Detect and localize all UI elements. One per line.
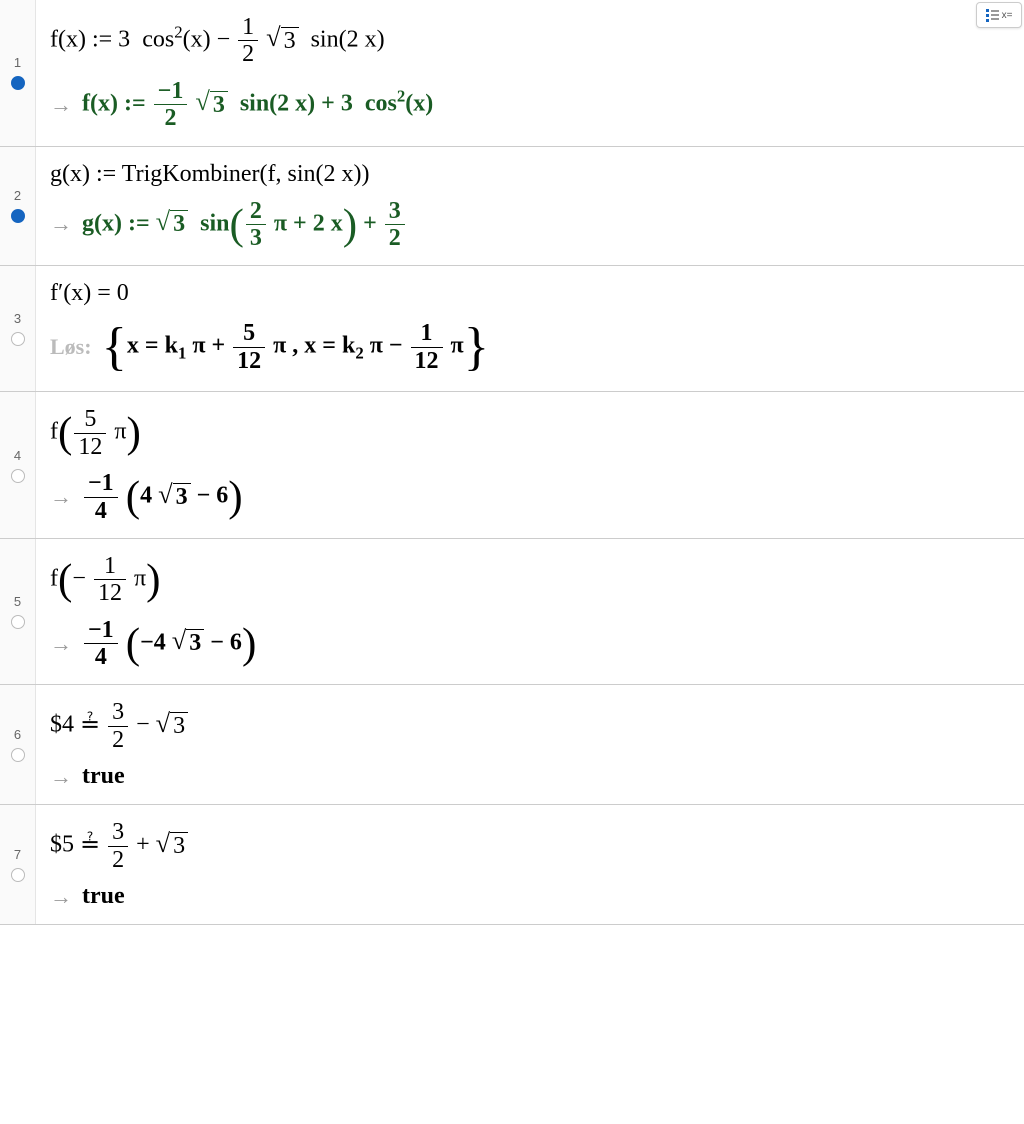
visibility-marker[interactable]	[11, 209, 25, 223]
row-number: 7	[14, 847, 21, 862]
output-value: true	[82, 763, 125, 790]
visibility-marker[interactable]	[11, 615, 25, 629]
output-value: −14 (−4 3 − 6)	[82, 617, 256, 671]
row-gutter: 1	[0, 0, 36, 146]
output-expression: → true	[46, 763, 1014, 790]
row-gutter: 3	[0, 266, 36, 391]
row-content[interactable]: f(− 112 π) → −14 (−4 3 − 6)	[36, 539, 1024, 685]
visibility-marker[interactable]	[11, 748, 25, 762]
output-value: {x = k1 π + 512 π , x = k2 π − 112 π}	[102, 317, 489, 377]
row-gutter: 2	[0, 147, 36, 266]
cas-row[interactable]: 4 f(512 π) → −14 (4 3 − 6)	[0, 392, 1024, 539]
input-expression[interactable]: f(x) := 3 cos2(x) − 12 3 sin(2 x)	[46, 14, 1014, 68]
output-value: true	[82, 883, 125, 910]
output-arrow-icon: →	[50, 631, 72, 657]
output-value: g(x) := 3 sin(23 π + 2 x) + 32	[82, 198, 407, 252]
cas-row[interactable]: 2g(x) := TrigKombiner(f, sin(2 x))→g(x) …	[0, 147, 1024, 267]
visibility-marker[interactable]	[11, 469, 25, 483]
output-arrow-icon: →	[50, 211, 72, 237]
output-expression: → f(x) := −12 3 sin(2 x) + 3 cos2(x)	[46, 78, 1014, 132]
output-arrow-icon: →	[50, 92, 72, 118]
row-content[interactable]: g(x) := TrigKombiner(f, sin(2 x)) → g(x) :…	[36, 147, 1024, 266]
row-number: 3	[14, 311, 21, 326]
row-gutter: 4	[0, 392, 36, 538]
output-expression: Løs: {x = k1 π + 512 π , x = k2 π − 112 π…	[46, 317, 1014, 377]
input-expression[interactable]: g(x) := TrigKombiner(f, sin(2 x))	[46, 161, 1014, 188]
visibility-marker[interactable]	[11, 76, 25, 90]
row-content[interactable]: $4 ≟ 32 − 3 → true	[36, 685, 1024, 804]
cas-row[interactable]: 1f(x) := 3 cos2(x) − 12 3 sin(2 x)→f(x) …	[0, 0, 1024, 147]
output-arrow-icon: →	[50, 884, 72, 910]
input-expression[interactable]: $4 ≟ 32 − 3	[46, 699, 1014, 753]
row-number: 2	[14, 188, 21, 203]
row-content[interactable]: f′(x) = 0 Løs: {x = k1 π + 512 π , x = k2 …	[36, 266, 1024, 391]
row-gutter: 6	[0, 685, 36, 804]
row-content[interactable]: $5 ≟ 32 + 3 → true	[36, 805, 1024, 924]
cas-row[interactable]: 5 f(− 112 π) → −14 (−4 3 − 6)	[0, 539, 1024, 686]
row-number: 4	[14, 448, 21, 463]
row-number: 6	[14, 727, 21, 742]
input-expression[interactable]: f(− 112 π)	[46, 553, 1014, 607]
row-number: 1	[14, 55, 21, 70]
row-content[interactable]: f(x) := 3 cos2(x) − 12 3 sin(2 x) → f(x) :…	[36, 0, 1024, 146]
row-content[interactable]: f(512 π) → −14 (4 3 − 6)	[36, 392, 1024, 538]
input-expression[interactable]: f′(x) = 0	[46, 280, 1014, 307]
output-expression: → true	[46, 883, 1014, 910]
output-expression: → −14 (−4 3 − 6)	[46, 617, 1014, 671]
row-gutter: 5	[0, 539, 36, 685]
cas-row[interactable]: 3 f′(x) = 0 Løs: {x = k1 π + 512 π , x = k2…	[0, 266, 1024, 392]
visibility-marker[interactable]	[11, 868, 25, 882]
input-expression[interactable]: f(512 π)	[46, 406, 1014, 460]
solve-label: Løs:	[50, 334, 92, 360]
output-arrow-icon: →	[50, 484, 72, 510]
cas-row[interactable]: 7 $5 ≟ 32 + 3 → true	[0, 805, 1024, 925]
row-number: 5	[14, 594, 21, 609]
visibility-marker[interactable]	[11, 332, 25, 346]
output-expression: → −14 (4 3 − 6)	[46, 470, 1014, 524]
output-value: −14 (4 3 − 6)	[82, 470, 243, 524]
output-expression: → g(x) := 3 sin(23 π + 2 x) + 32	[46, 198, 1014, 252]
output-value: f(x) := −12 3 sin(2 x) + 3 cos2(x)	[82, 78, 433, 132]
cas-row[interactable]: 6 $4 ≟ 32 − 3 → true	[0, 685, 1024, 805]
row-gutter: 7	[0, 805, 36, 924]
output-arrow-icon: →	[50, 764, 72, 790]
input-expression[interactable]: $5 ≟ 32 + 3	[46, 819, 1014, 873]
